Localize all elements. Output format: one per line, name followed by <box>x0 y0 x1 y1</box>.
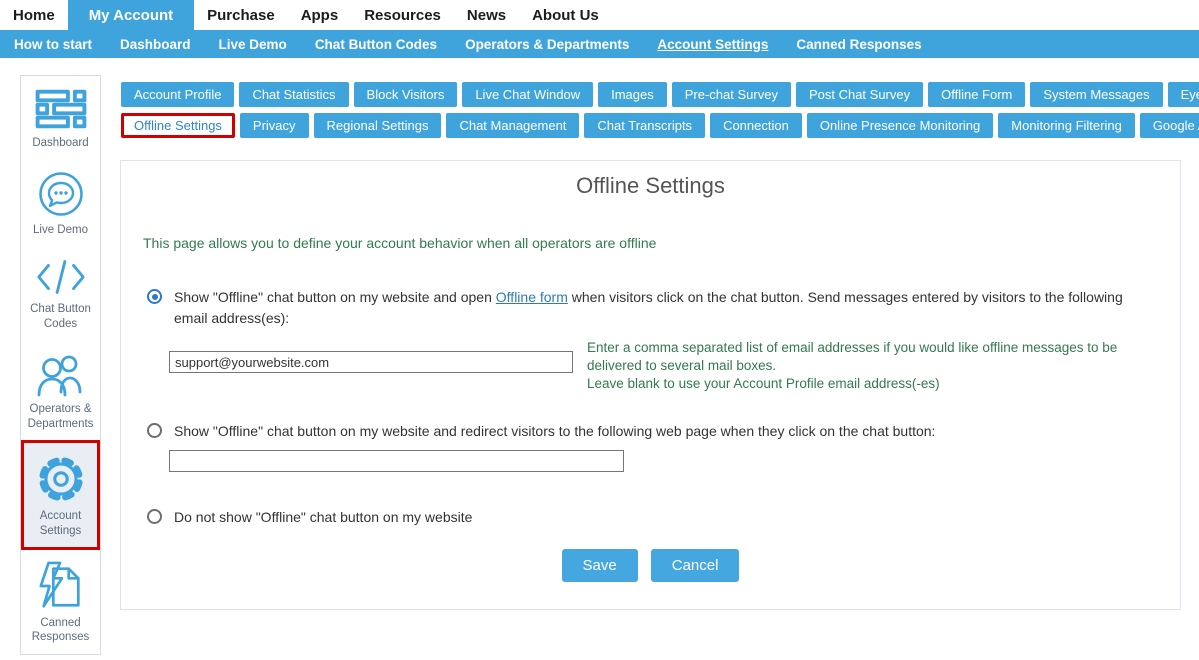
tab-block-visitors[interactable]: Block Visitors <box>354 82 458 107</box>
option-offline-form: Show "Offline" chat button on my website… <box>147 287 1149 329</box>
sidebar-item-label: Live Demo <box>22 223 99 238</box>
tab-account-profile[interactable]: Account Profile <box>121 82 234 107</box>
dashboard-icon <box>35 87 87 131</box>
tab-chat-transcripts[interactable]: Chat Transcripts <box>584 113 705 138</box>
tab-live-chat-window[interactable]: Live Chat Window <box>462 82 593 107</box>
radio-redirect[interactable] <box>147 423 162 438</box>
email-hint-line1: Enter a comma separated list of email ad… <box>587 340 1117 373</box>
tab-privacy[interactable]: Privacy <box>240 113 309 138</box>
topnav-item-my-account[interactable]: My Account <box>68 0 194 30</box>
sidebar-item-live-demo[interactable]: Live Demo <box>21 159 100 246</box>
sidebar-item-canned-responses[interactable]: Canned Responses <box>21 550 100 654</box>
button-row: Save Cancel <box>121 549 1180 582</box>
sidebar-item-operators-departments[interactable]: Operators & Departments <box>21 340 100 440</box>
sidebar-item-label: Operators & Departments <box>22 402 99 432</box>
tab-monitoring-filtering[interactable]: Monitoring Filtering <box>998 113 1135 138</box>
settings-tabs: Account Profile Chat Statistics Block Vi… <box>121 82 1196 144</box>
tabs-row-1: Account Profile Chat Statistics Block Vi… <box>121 82 1196 107</box>
email-hint-line2: Leave blank to use your Account Profile … <box>587 376 940 391</box>
offline-settings-panel: Offline Settings This page allows you to… <box>120 160 1181 610</box>
page-title: Offline Settings <box>121 161 1180 199</box>
tab-online-presence-monitoring[interactable]: Online Presence Monitoring <box>807 113 993 138</box>
tab-images[interactable]: Images <box>598 82 667 107</box>
redirect-url-input[interactable] <box>169 450 624 472</box>
sidebar-item-dashboard[interactable]: Dashboard <box>21 76 100 159</box>
tab-pre-chat-survey[interactable]: Pre-chat Survey <box>672 82 791 107</box>
tab-google-analytics[interactable]: Google Analytics <box>1140 113 1199 138</box>
tab-offline-form[interactable]: Offline Form <box>928 82 1025 107</box>
cancel-button[interactable]: Cancel <box>651 549 740 582</box>
offline-form-link[interactable]: Offline form <box>496 289 568 305</box>
topnav-item-apps[interactable]: Apps <box>288 0 352 30</box>
tab-chat-statistics[interactable]: Chat Statistics <box>239 82 348 107</box>
tab-offline-settings[interactable]: Offline Settings <box>121 113 235 138</box>
sidebar-item-label: Chat Button Codes <box>22 302 99 332</box>
option-redirect-label: Show "Offline" chat button on my website… <box>174 421 935 442</box>
topnav-item-purchase[interactable]: Purchase <box>194 0 288 30</box>
sidebar-item-chat-button-codes[interactable]: Chat Button Codes <box>21 246 100 340</box>
code-icon <box>34 257 88 297</box>
chat-bubble-icon <box>37 170 85 218</box>
tabs-row-2: Offline Settings Privacy Regional Settin… <box>121 113 1196 138</box>
subnav-item-how-to-start[interactable]: How to start <box>0 37 106 52</box>
option-offline-form-label: Show "Offline" chat button on my website… <box>174 287 1149 329</box>
email-hint: Enter a comma separated list of email ad… <box>587 339 1149 394</box>
lightning-document-icon <box>36 561 86 611</box>
option-redirect: Show "Offline" chat button on my website… <box>147 421 1149 442</box>
subnav-item-live-demo[interactable]: Live Demo <box>205 37 301 52</box>
people-icon <box>35 351 87 397</box>
subnav-item-chat-button-codes[interactable]: Chat Button Codes <box>301 37 451 52</box>
sub-nav: How to start Dashboard Live Demo Chat Bu… <box>0 30 1199 58</box>
top-nav: Home My Account Purchase Apps Resources … <box>0 0 1199 30</box>
tab-chat-management[interactable]: Chat Management <box>446 113 579 138</box>
sidebar: Dashboard Live Demo Chat Button Codes Op… <box>20 75 101 655</box>
sidebar-item-label: Account Settings <box>25 509 96 539</box>
subnav-item-account-settings[interactable]: Account Settings <box>643 37 782 52</box>
topnav-item-resources[interactable]: Resources <box>351 0 454 30</box>
subnav-item-operators-departments[interactable]: Operators & Departments <box>451 37 643 52</box>
option-no-button-label: Do not show "Offline" chat button on my … <box>174 507 472 528</box>
topnav-item-home[interactable]: Home <box>0 0 68 30</box>
option-no-button: Do not show "Offline" chat button on my … <box>147 507 1149 528</box>
tab-eye-catcher[interactable]: Eye Catcher <box>1168 82 1199 107</box>
subnav-item-dashboard[interactable]: Dashboard <box>106 37 205 52</box>
tab-regional-settings[interactable]: Regional Settings <box>314 113 442 138</box>
subnav-item-canned-responses[interactable]: Canned Responses <box>782 37 935 52</box>
radio-offline-form[interactable] <box>147 289 162 304</box>
radio-no-button[interactable] <box>147 509 162 524</box>
gear-icon <box>36 454 86 504</box>
sidebar-item-label: Dashboard <box>22 136 99 151</box>
sidebar-item-account-settings[interactable]: Account Settings <box>21 440 100 550</box>
tab-post-chat-survey[interactable]: Post Chat Survey <box>796 82 923 107</box>
sidebar-item-label: Canned Responses <box>22 616 99 646</box>
topnav-item-news[interactable]: News <box>454 0 519 30</box>
tab-system-messages[interactable]: System Messages <box>1030 82 1162 107</box>
offline-email-input[interactable] <box>169 351 573 373</box>
page-intro: This page allows you to define your acco… <box>143 235 656 251</box>
topnav-item-about-us[interactable]: About Us <box>519 0 612 30</box>
tab-connection[interactable]: Connection <box>710 113 802 138</box>
option1-text-before: Show "Offline" chat button on my website… <box>174 289 496 305</box>
save-button[interactable]: Save <box>562 549 638 582</box>
